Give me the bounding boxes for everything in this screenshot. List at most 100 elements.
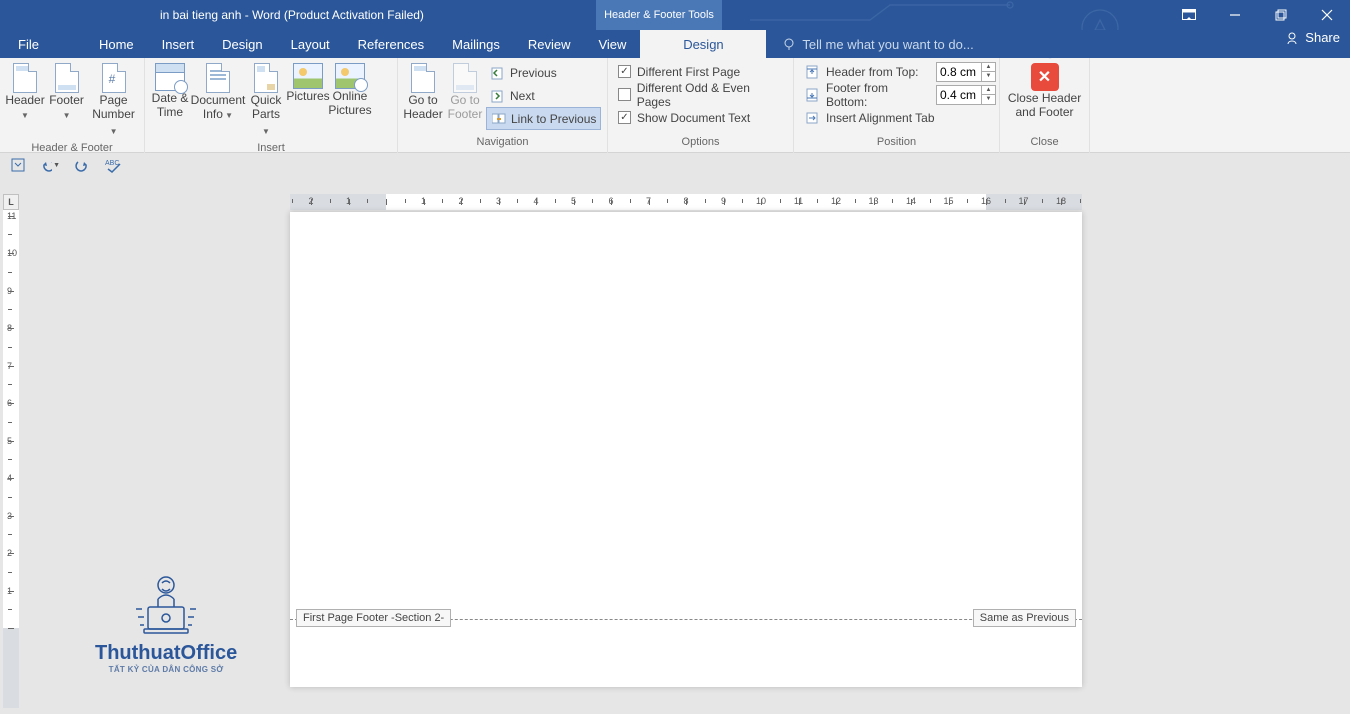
share-icon	[1285, 31, 1299, 45]
tab-file[interactable]: File	[0, 30, 57, 58]
insert-align-tab-label: Insert Alignment Tab	[826, 111, 935, 125]
footer-from-bottom-label: Footer from Bottom:	[826, 81, 930, 109]
spin-up-icon[interactable]: ▲	[982, 63, 995, 73]
quick-parts-button[interactable]: Quick Parts ▼	[245, 61, 287, 139]
header-button[interactable]: Header ▼	[4, 61, 46, 123]
date-time-button[interactable]: Date & Time	[149, 61, 191, 119]
group-title-hf: Header & Footer	[0, 142, 144, 155]
tab-view[interactable]: View	[584, 30, 640, 58]
goto-header-button[interactable]: Go to Header	[402, 61, 444, 121]
footer-label: Footer	[49, 93, 84, 107]
chevron-down-icon: ▼	[21, 111, 29, 120]
footer-button[interactable]: Footer ▼	[46, 61, 87, 123]
chevron-down-icon: ▼	[63, 111, 71, 120]
tab-references[interactable]: References	[344, 30, 438, 58]
share-button[interactable]: Share	[1285, 30, 1340, 45]
maximize-icon	[1275, 9, 1287, 21]
pictures-icon	[293, 63, 323, 89]
diff-first-label: Different First Page	[637, 65, 740, 79]
tab-mailings[interactable]: Mailings	[438, 30, 514, 58]
header-from-top-input[interactable]	[937, 63, 981, 81]
previous-button[interactable]: Previous	[486, 61, 601, 84]
vertical-ruler[interactable]: 1234567891011	[3, 210, 19, 708]
footer-from-bottom-input[interactable]	[937, 86, 981, 104]
ribbon-display-options-button[interactable]	[1166, 0, 1212, 30]
goto-footer-button[interactable]: Go to Footer	[444, 61, 486, 121]
minimize-button[interactable]	[1212, 0, 1258, 30]
logo-main-text: ThuthuatOffice	[95, 642, 237, 665]
next-icon	[490, 88, 506, 104]
goto-header-icon	[411, 63, 435, 93]
close-icon	[1321, 9, 1333, 21]
tab-hf-design[interactable]: Design	[640, 30, 766, 58]
titlebar: in bai tieng anh - Word (Product Activat…	[0, 0, 1350, 30]
tab-design[interactable]: Design	[208, 30, 276, 58]
ribbon: Header ▼ Footer ▼ # Page Number ▼ Header &…	[0, 58, 1350, 153]
link-to-previous-button[interactable]: Link to Previous	[486, 107, 601, 130]
goto-header-label: Go to Header	[403, 93, 442, 121]
group-navigation: Go to Header Go to Footer Previous Next …	[398, 58, 608, 153]
group-close: ✕ Close Header and Footer Close	[1000, 58, 1090, 153]
qat-spellcheck-button[interactable]: ABC	[104, 155, 124, 175]
header-from-top-spinner[interactable]: ▲▼	[936, 62, 996, 82]
show-document-text-checkbox[interactable]: ✓ Show Document Text	[612, 106, 756, 129]
same-as-previous-tag: Same as Previous	[973, 609, 1076, 627]
group-title-insert: Insert	[145, 142, 397, 155]
qat-customize-button[interactable]	[8, 155, 28, 175]
horizontal-ruler[interactable]: 21123456789101112131415161718	[290, 194, 1082, 210]
tab-home[interactable]: Home	[85, 30, 148, 58]
spin-down-icon[interactable]: ▼	[982, 95, 995, 104]
group-title-close: Close	[1000, 136, 1089, 153]
quick-access-toolbar: ▼ ABC	[0, 153, 1350, 177]
next-label: Next	[510, 89, 535, 103]
spin-down-icon[interactable]: ▼	[982, 72, 995, 81]
page-number-button[interactable]: # Page Number ▼	[87, 61, 140, 139]
logo-sub-text: TẤT KỶ CỦA DÂN CÔNG SỞ	[95, 665, 237, 674]
pictures-button[interactable]: Pictures	[287, 61, 329, 103]
close-header-footer-button[interactable]: ✕ Close Header and Footer	[1005, 61, 1085, 119]
tab-review[interactable]: Review	[514, 30, 585, 58]
qat-undo-button[interactable]: ▼	[40, 155, 60, 175]
goto-footer-icon	[453, 63, 477, 93]
tab-insert[interactable]: Insert	[148, 30, 209, 58]
close-window-button[interactable]	[1304, 0, 1350, 30]
checkbox-icon: ✓	[618, 111, 631, 124]
tab-layout[interactable]: Layout	[277, 30, 344, 58]
app-title: in bai tieng anh - Word (Product Activat…	[160, 8, 424, 22]
online-pictures-icon	[335, 63, 365, 89]
insert-alignment-tab-button[interactable]: Insert Alignment Tab	[798, 106, 941, 129]
header-margin-icon	[804, 64, 820, 80]
checkbox-icon	[618, 88, 631, 101]
qat-redo-button[interactable]	[72, 155, 92, 175]
document-info-icon	[206, 63, 230, 93]
group-title-navigation: Navigation	[398, 136, 607, 153]
chevron-down-icon: ▼	[262, 127, 270, 136]
group-position: Header from Top: ▲▼ Footer from Bottom: …	[794, 58, 1000, 153]
link-icon	[491, 111, 507, 127]
header-from-top-label: Header from Top:	[826, 65, 930, 79]
group-insert: Date & Time Document Info ▼ Quick Parts …	[145, 58, 398, 153]
chevron-down-icon: ▼	[110, 127, 118, 136]
close-hf-label: Close Header and Footer	[1008, 91, 1081, 119]
document-info-button[interactable]: Document Info ▼	[191, 61, 245, 123]
ribbon-options-icon	[1182, 9, 1196, 21]
tab-selector[interactable]: L	[3, 194, 19, 210]
different-odd-even-checkbox[interactable]: Different Odd & Even Pages	[612, 83, 789, 106]
group-title-position: Position	[794, 136, 999, 153]
date-time-label: Date & Time	[152, 91, 189, 119]
document-page[interactable]: First Page Footer -Section 2- Same as Pr…	[290, 212, 1082, 687]
next-button[interactable]: Next	[486, 84, 601, 107]
tell-me-placeholder: Tell me what you want to do...	[802, 37, 973, 52]
document-area: L 21123456789101112131415161718 12345678…	[0, 177, 1350, 714]
online-pictures-button[interactable]: Online Pictures	[329, 61, 371, 117]
previous-icon	[490, 65, 506, 81]
page-number-icon: #	[102, 63, 126, 93]
header-label: Header	[5, 93, 44, 107]
footer-from-bottom-spinner[interactable]: ▲▼	[936, 85, 996, 105]
spin-up-icon[interactable]: ▲	[982, 86, 995, 96]
maximize-button[interactable]	[1258, 0, 1304, 30]
share-label: Share	[1305, 30, 1340, 45]
redo-icon	[74, 158, 90, 172]
tell-me-box[interactable]: Tell me what you want to do...	[766, 30, 973, 58]
close-hf-icon: ✕	[1031, 63, 1059, 91]
